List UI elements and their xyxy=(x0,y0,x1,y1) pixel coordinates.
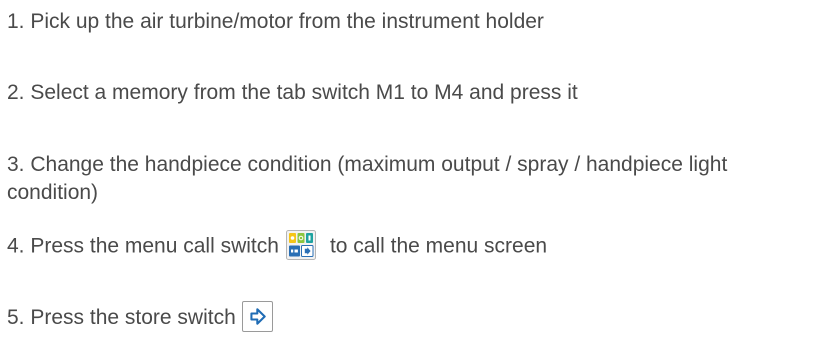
store-switch-icon xyxy=(241,301,273,332)
step-3-text: 3. Change the handpiece condition (maxim… xyxy=(7,153,728,204)
step-4: 4. Press the menu call switch to call th… xyxy=(7,230,548,262)
step-1-text: 1. Pick up the air turbine/motor from th… xyxy=(7,10,544,33)
menu-call-icon xyxy=(285,230,316,260)
step-4-text-before: 4. Press the menu call switch xyxy=(7,234,279,258)
step-3: 3. Change the handpiece condition (maxim… xyxy=(7,151,797,207)
step-4-text-after: to call the menu screen xyxy=(329,234,548,258)
step-5-text-before: 5. Press the store switch xyxy=(7,306,236,330)
step-2: 2. Select a memory from the tab switch M… xyxy=(7,79,578,107)
step-5: 5. Press the store switch xyxy=(7,301,273,334)
step-2-text: 2. Select a memory from the tab switch M… xyxy=(7,81,578,104)
step-1: 1. Pick up the air turbine/motor from th… xyxy=(7,8,544,36)
